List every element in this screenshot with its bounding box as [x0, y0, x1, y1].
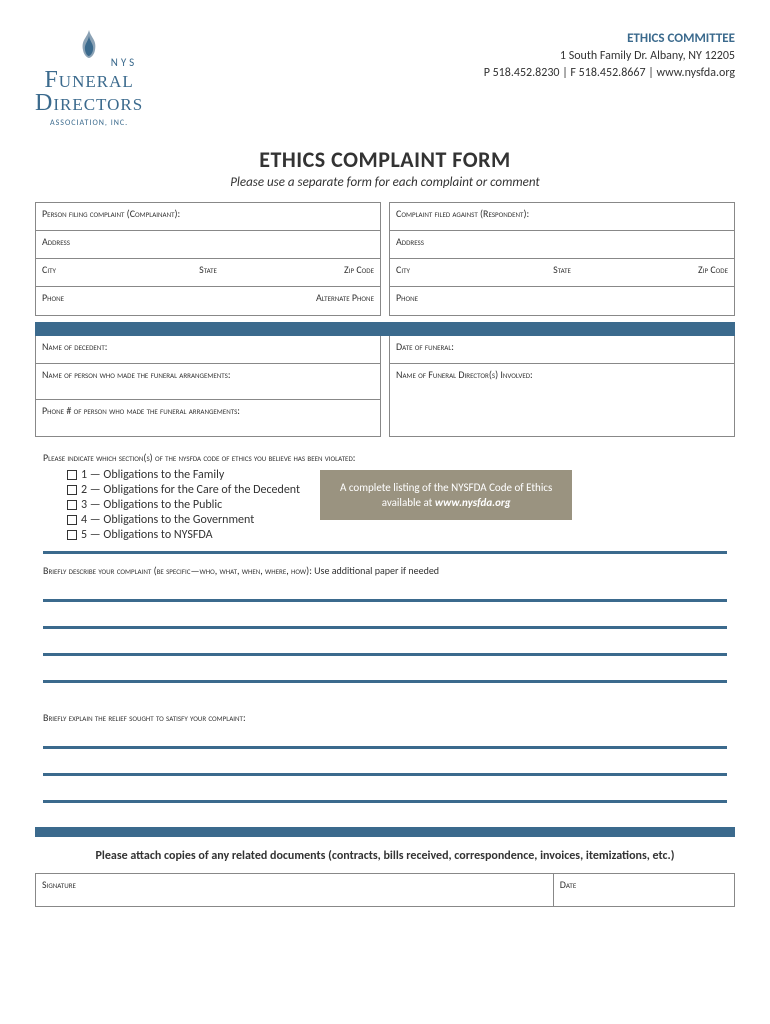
funeral-column: Date of funeral: Name of Funeral Directo… [389, 336, 735, 437]
violation-option-2[interactable]: 2 — Obligations for the Care of the Dece… [67, 483, 300, 497]
decedent-field[interactable]: Name of decedent: [36, 336, 380, 364]
code-ref-line2: available at www.nysfda.org [340, 495, 552, 510]
violations-section: Please indicate which section(s) of the … [35, 451, 735, 543]
complainant-zip-field[interactable]: Zip Code [265, 259, 380, 286]
violations-label: Please indicate which section(s) of the … [43, 451, 727, 464]
complainant-field[interactable]: Person filing complaint (Complainant): [36, 203, 380, 231]
write-line[interactable] [43, 680, 727, 683]
code-reference-box: A complete listing of the NYSFDA Code of… [320, 470, 572, 521]
violation-option-3[interactable]: 3 — Obligations to the Public [67, 498, 300, 512]
write-line[interactable] [43, 746, 727, 749]
relief-lines[interactable] [35, 728, 735, 803]
checkbox-icon[interactable] [67, 500, 77, 510]
complainant-phone-row[interactable]: Phone Alternate Phone [36, 287, 380, 315]
signature-field[interactable]: Signature [36, 874, 554, 906]
divider-bar [35, 322, 735, 336]
violation-option-1[interactable]: 1 — Obligations to the Family [67, 468, 300, 482]
respondent-address-field[interactable]: Address [390, 231, 734, 259]
complainant-phone-field[interactable]: Phone [36, 287, 208, 315]
arranger-phone-field[interactable]: Phone # of person who made the funeral a… [36, 400, 380, 436]
complainant-address-field[interactable]: Address [36, 231, 380, 259]
arranger-name-field[interactable]: Name of person who made the funeral arra… [36, 364, 380, 400]
director-field[interactable]: Name of Funeral Director(s) Involved: [390, 364, 734, 436]
form-subtitle: Please use a separate form for each comp… [35, 175, 735, 190]
code-ref-line1: A complete listing of the NYSFDA Code of… [340, 480, 552, 495]
write-line[interactable] [43, 599, 727, 602]
header: NYS Funeral Directors ASSOCIATION, INC. … [35, 30, 735, 128]
address-line: 1 South Family Dr. Albany, NY 12205 [484, 48, 735, 65]
logo-main: Funeral Directors [35, 69, 143, 115]
respondent-zip-field[interactable]: Zip Code [619, 259, 734, 286]
complainant-state-field[interactable]: State [151, 259, 266, 286]
committee-label: ETHICS COMMITTEE [484, 30, 735, 48]
violation-option-4[interactable]: 4 — Obligations to the Government [67, 513, 300, 527]
complainant-column: Person filing complaint (Complainant): A… [35, 202, 381, 316]
respondent-field[interactable]: Complaint filed against (Respondent): [390, 203, 734, 231]
complainant-alt-phone-field[interactable]: Alternate Phone [208, 287, 380, 315]
respondent-state-field[interactable]: State [505, 259, 620, 286]
logo-sub: ASSOCIATION, INC. [50, 118, 128, 128]
write-line[interactable] [43, 800, 727, 803]
write-line[interactable] [43, 773, 727, 776]
checkbox-icon[interactable] [67, 470, 77, 480]
decedent-column: Name of decedent: Name of person who mad… [35, 336, 381, 437]
footer-bar [35, 827, 735, 837]
signature-row: Signature Date [35, 873, 735, 907]
form-title: ETHICS COMPLAINT FORM [35, 146, 735, 173]
describe-lines[interactable] [35, 581, 735, 683]
describe-label: Briefly describe your complaint (be spec… [35, 560, 735, 581]
header-right: ETHICS COMMITTEE 1 South Family Dr. Alba… [484, 30, 735, 82]
funeral-date-field[interactable]: Date of funeral: [390, 336, 734, 364]
title-block: ETHICS COMPLAINT FORM Please use a separ… [35, 146, 735, 190]
complainant-city-field[interactable]: City [36, 259, 151, 286]
relief-label: Briefly explain the relief sought to sat… [35, 707, 735, 728]
checkbox-icon[interactable] [67, 485, 77, 495]
separator-line [43, 551, 727, 554]
logo: NYS Funeral Directors ASSOCIATION, INC. [35, 30, 143, 128]
funeral-info-section: Name of decedent: Name of person who mad… [35, 336, 735, 437]
violations-checklist: 1 — Obligations to the Family 2 — Obliga… [43, 468, 300, 543]
respondent-city-field[interactable]: City [390, 259, 505, 286]
date-field[interactable]: Date [554, 874, 734, 906]
checkbox-icon[interactable] [67, 530, 77, 540]
respondent-column: Complaint filed against (Respondent): Ad… [389, 202, 735, 316]
write-line[interactable] [43, 653, 727, 656]
write-line[interactable] [43, 626, 727, 629]
contact-line: P 518.452.8230 | F 518.452.8667 | www.ny… [484, 65, 735, 82]
complainant-city-row[interactable]: City State Zip Code [36, 259, 380, 287]
attach-note: Please attach copies of any related docu… [35, 843, 735, 873]
violation-option-5[interactable]: 5 — Obligations to NYSFDA [67, 528, 300, 542]
checkbox-icon[interactable] [67, 515, 77, 525]
party-info-section: Person filing complaint (Complainant): A… [35, 202, 735, 316]
respondent-city-row[interactable]: City State Zip Code [390, 259, 734, 287]
respondent-phone-field[interactable]: Phone [390, 287, 734, 315]
